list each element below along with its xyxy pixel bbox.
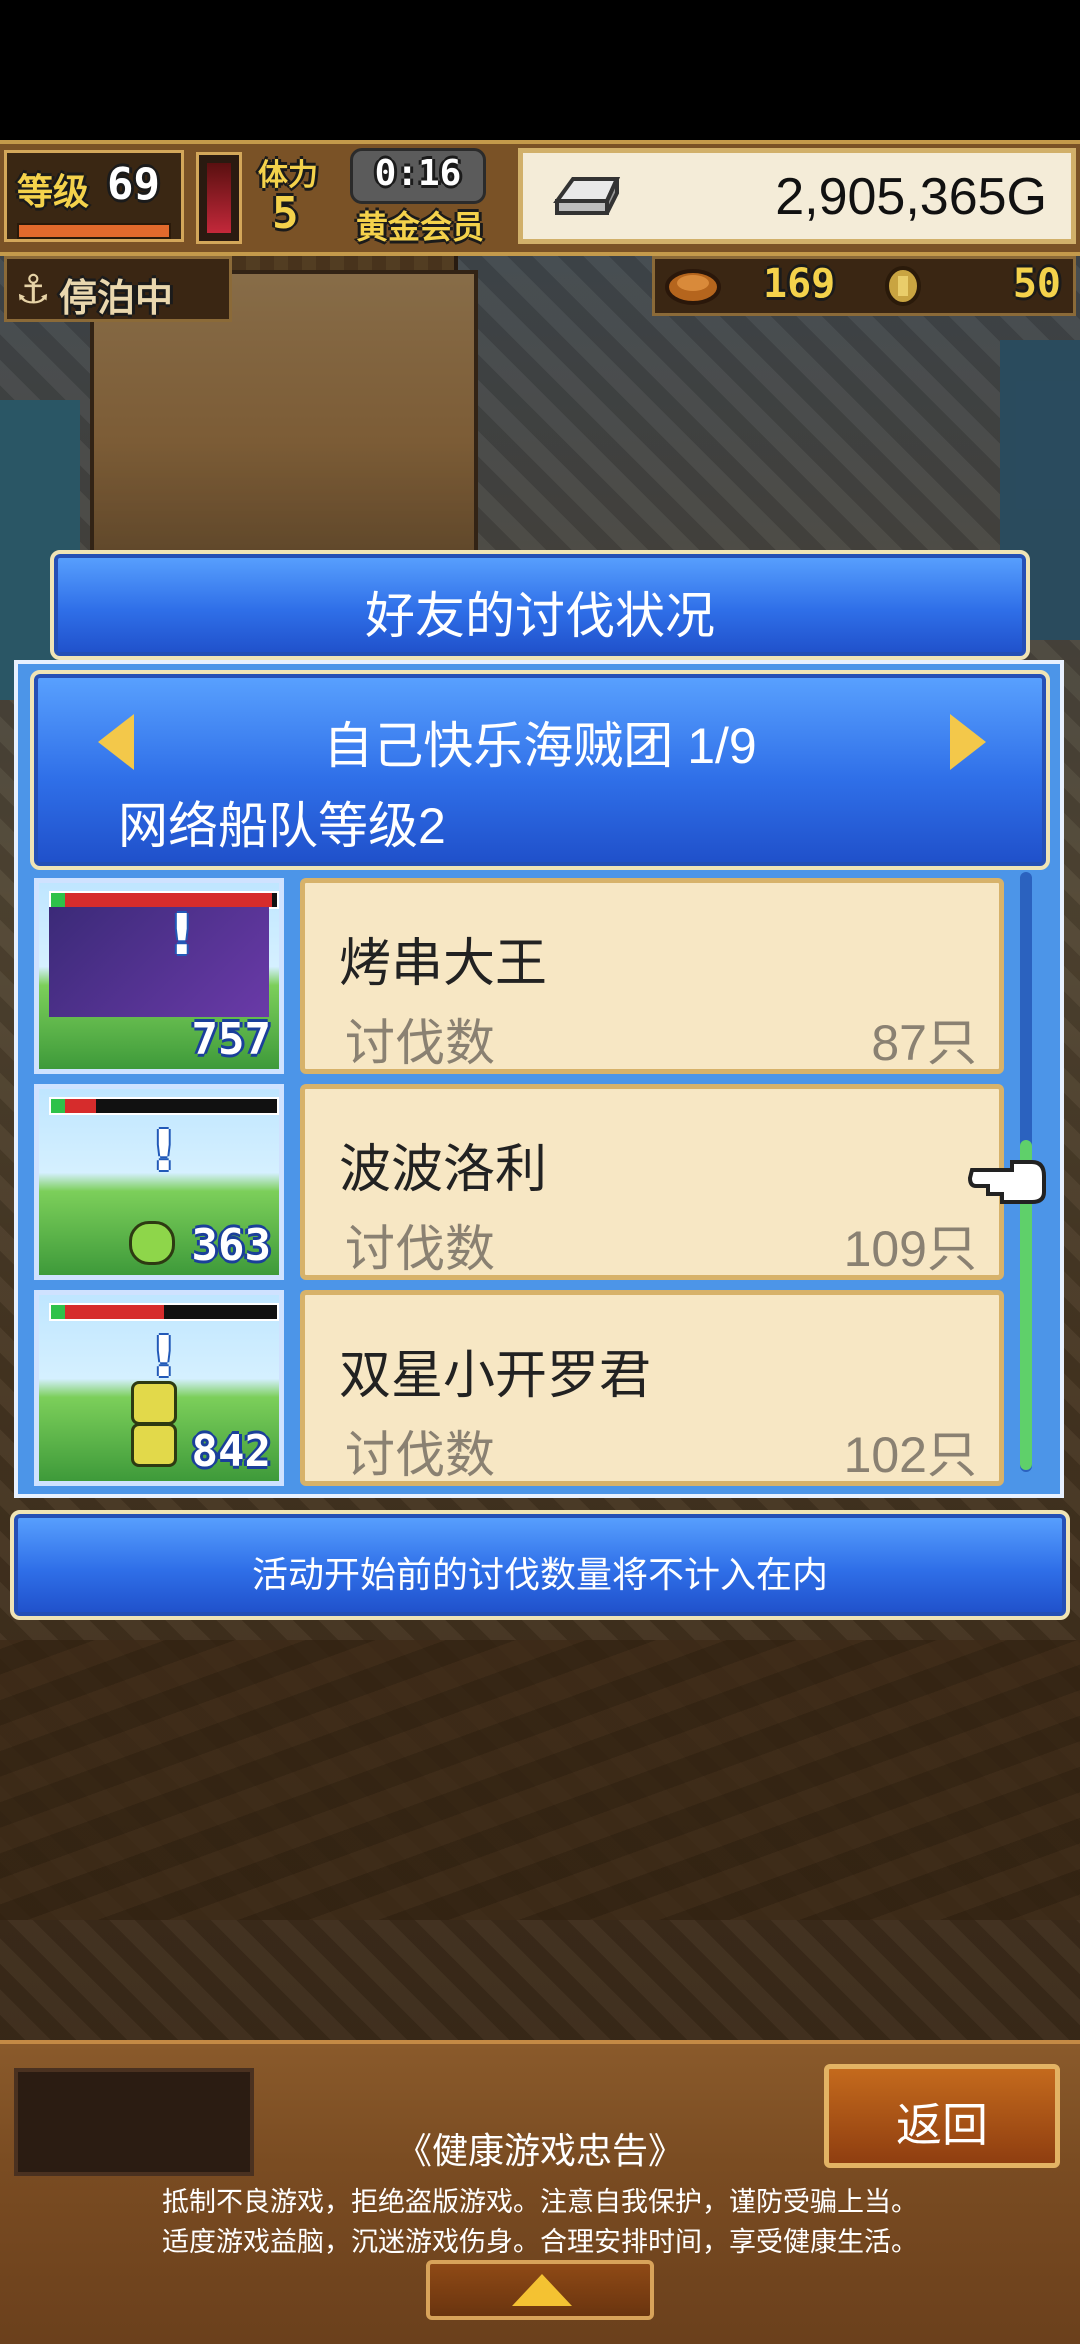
notice-bar: 活动开始前的讨伐数量将不计入在内 [10, 1510, 1070, 1620]
level-value: 69 [107, 159, 160, 210]
boss-sprite [49, 907, 269, 1017]
stamina-gauge [196, 152, 242, 244]
hp-bar [49, 1097, 279, 1115]
coin-count: 50 [1012, 261, 1061, 307]
level-panel: 等级 69 [4, 150, 184, 242]
team-header: 自己快乐海贼团 1/9 网络船队等级2 [30, 670, 1050, 870]
up-arrow-icon [512, 2274, 572, 2306]
hp-bar-start [51, 1305, 65, 1319]
right-arrow-icon[interactable] [950, 714, 986, 770]
portrait-number: 363 [191, 1220, 271, 1271]
portrait-number: 842 [191, 1426, 271, 1477]
alert-mark: ! [169, 903, 195, 968]
dialog-title: 好友的讨伐状况 [365, 588, 715, 644]
notice-text: 活动开始前的讨伐数量将不计入在内 [251, 1554, 828, 1595]
member-name: 双星小开罗君 [339, 1347, 652, 1405]
kill-count-label: 讨伐数 [345, 1015, 495, 1071]
money-panel[interactable]: 2,905,365G [518, 148, 1076, 244]
fleet-level: 网络船队等级2 [118, 798, 446, 854]
health-advisory-line-1: 抵制不良游戏，拒绝盗版游戏。注意自我保护，谨防受骗上当。 [162, 2187, 918, 2217]
kill-count-label: 讨伐数 [345, 1427, 495, 1483]
member-name: 烤串大王 [339, 935, 548, 993]
coin-icon [885, 266, 921, 306]
member-portrait[interactable]: ! 363 [34, 1084, 284, 1280]
membership-badge: 黄金会员 [356, 208, 485, 246]
anchored-status-badge: ⚓ 停泊中 [4, 256, 232, 322]
alert-mark: ! [151, 1119, 177, 1184]
hp-bar-start [51, 893, 65, 907]
twin-creature-sprite-bottom [131, 1423, 177, 1467]
hp-bar [49, 1303, 279, 1321]
member-row[interactable]: 波波洛利 讨伐数 109只 [300, 1084, 1004, 1280]
ingot-icon [553, 177, 621, 215]
member-portrait[interactable]: ! 757 [34, 878, 284, 1074]
hp-bar-fill [51, 1305, 164, 1319]
exp-bar [17, 223, 171, 239]
kill-count-label: 讨伐数 [345, 1221, 495, 1277]
stamina-value: 5 [272, 188, 299, 239]
slime-sprite [129, 1221, 175, 1265]
health-advisory-title: 《健康游戏忠告》 [395, 2130, 684, 2171]
money-value: 2,905,365G [775, 168, 1047, 226]
health-advisory-line-2: 适度游戏益脑，沉迷游戏伤身。合理安排时间，享受健康生活。 [162, 2227, 918, 2257]
status-label: 停泊中 [59, 276, 174, 320]
kill-count-value: 102只 [843, 1427, 977, 1483]
member-name: 波波洛利 [339, 1141, 548, 1199]
level-label: 等级 [17, 172, 90, 213]
dialog-title-bar: 好友的讨伐状况 [50, 550, 1030, 660]
member-portrait[interactable]: ! 842 [34, 1290, 284, 1486]
timer-panel: 0:16 [350, 148, 486, 204]
resource-panel: 169 50 [652, 256, 1076, 316]
kill-count-value: 87只 [871, 1015, 977, 1071]
anchor-icon: ⚓ [15, 267, 51, 313]
top-hud: 等级 69 体力 5 0:16 黄金会员 2,905,365G [0, 140, 1080, 256]
food-count: 169 [763, 261, 836, 307]
hp-bar-fill [51, 893, 273, 907]
kill-count-value: 109只 [843, 1221, 977, 1277]
bread-icon [665, 269, 721, 305]
portrait-number: 757 [191, 1014, 271, 1065]
pointer-hand-icon [968, 1160, 1046, 1204]
stamina-gauge-fill [207, 163, 231, 233]
member-row[interactable]: 烤串大王 讨伐数 87只 [300, 878, 1004, 1074]
expand-menu-button[interactable] [426, 2260, 654, 2320]
team-name: 自己快乐海贼团 1/9 [323, 718, 757, 774]
timer-value: 0:16 [374, 153, 462, 194]
twin-creature-sprite-top [131, 1381, 177, 1425]
hp-bar-start [51, 1099, 65, 1113]
member-row[interactable]: 双星小开罗君 讨伐数 102只 [300, 1290, 1004, 1486]
